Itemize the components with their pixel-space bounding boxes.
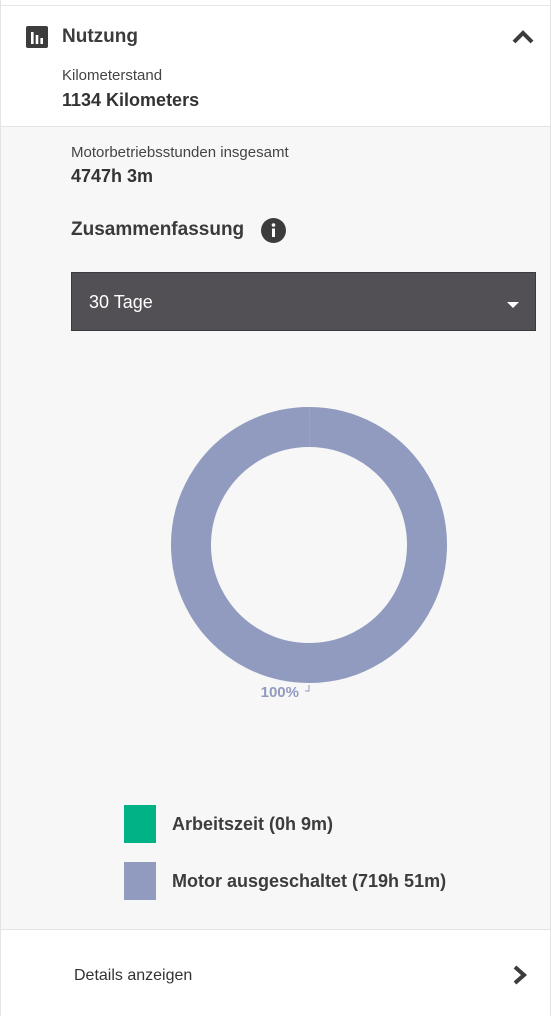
bar-chart-icon — [26, 26, 48, 48]
donut-slice — [171, 407, 447, 683]
chevron-up-icon — [512, 30, 534, 44]
odometer-value: 1134 Kilometers — [62, 90, 200, 110]
donut-data-label: 100% — [261, 684, 299, 701]
period-select-value: 30 Tage — [89, 292, 153, 312]
legend-swatch — [124, 805, 156, 843]
details-link[interactable]: Details anzeigen — [1, 929, 550, 1016]
legend-swatch — [124, 862, 156, 900]
data-label-leader — [305, 685, 310, 692]
info-icon[interactable] — [261, 218, 286, 243]
legend-label: Motor ausgeschaltet (719h 51m) — [172, 871, 447, 891]
section-title: Nutzung — [62, 26, 138, 47]
chevron-right-icon — [512, 964, 528, 986]
usage-body: Motorbetriebsstunden insgesamt 4747h 3m … — [1, 127, 550, 930]
period-select[interactable]: 30 Tage — [71, 272, 536, 331]
engine-hours-value: 4747h 3m — [71, 166, 154, 186]
engine-hours-label: Motorbetriebsstunden insgesamt — [71, 144, 289, 161]
details-label: Details anzeigen — [74, 967, 193, 984]
usage-panel: Nutzung Kilometerstand 1134 Kilometers M… — [0, 0, 551, 1016]
usage-donut-chart: 100% — [171, 406, 447, 701]
legend-label: Arbeitszeit (0h 9m) — [172, 814, 334, 834]
summary-title: Zusammenfassung — [71, 219, 245, 240]
panel-header: Nutzung Kilometerstand 1134 Kilometers — [1, 6, 550, 127]
caret-down-icon — [506, 297, 520, 308]
odometer-label: Kilometerstand — [62, 67, 163, 84]
collapse-button[interactable] — [510, 24, 536, 50]
